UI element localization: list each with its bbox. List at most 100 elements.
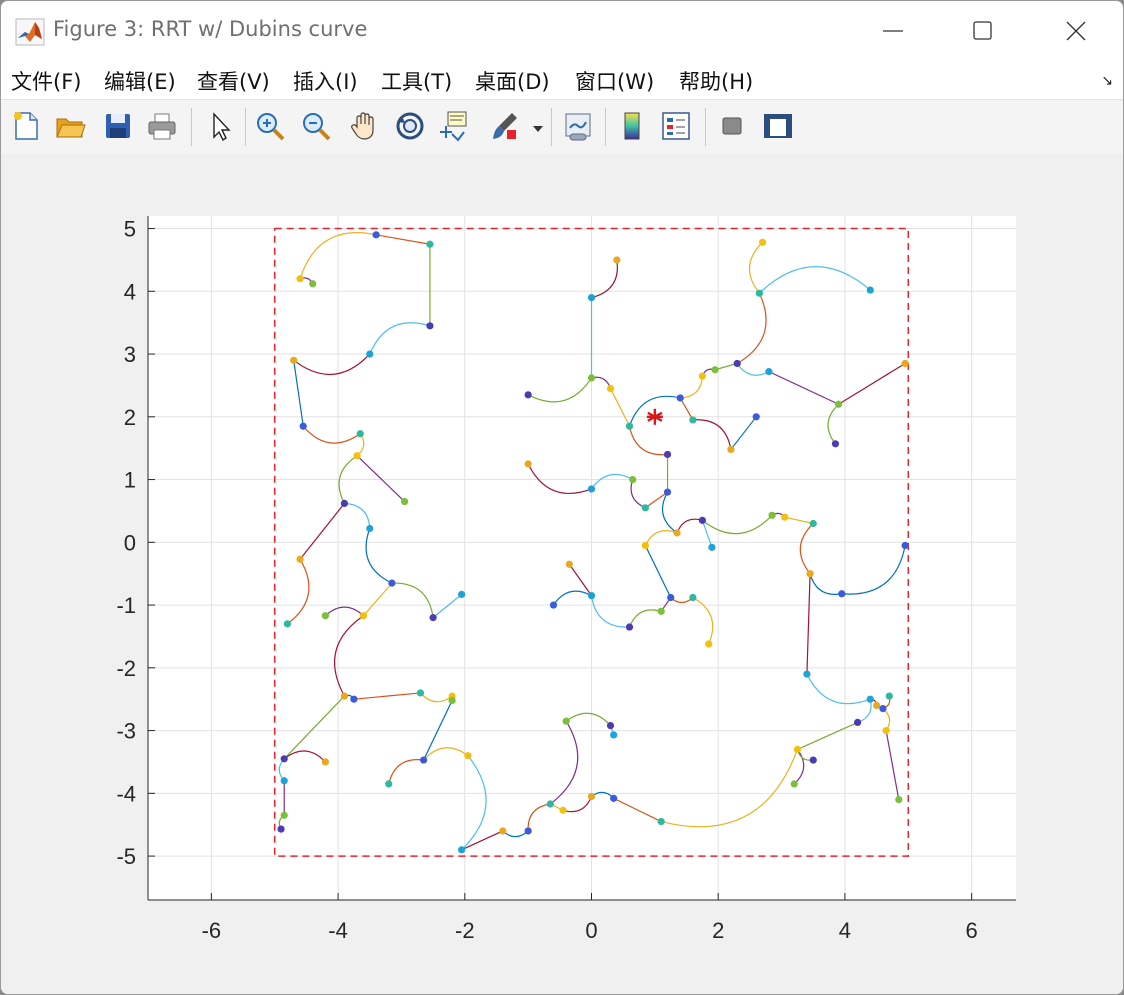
zoom-in-icon [257, 113, 285, 141]
tree-node [663, 450, 672, 459]
insert-legend-button[interactable] [657, 106, 695, 146]
tree-node [809, 756, 817, 764]
tree-node [806, 570, 814, 578]
y-tick-label: 1 [124, 468, 136, 493]
tree-node [464, 752, 472, 760]
tree-node [524, 460, 532, 468]
y-tick-label: 2 [124, 405, 136, 430]
tree-node [309, 280, 317, 288]
menu-window[interactable]: 窗口(W) [575, 66, 654, 96]
tree-node [610, 794, 618, 802]
tree-node [340, 499, 349, 508]
tree-node [587, 592, 596, 600]
pointer-icon [213, 112, 231, 142]
y-tick-label: 5 [124, 217, 136, 242]
pan-button[interactable] [345, 106, 383, 146]
tree-node [667, 593, 675, 602]
zoom-out-button[interactable] [297, 106, 335, 146]
tree-node [673, 529, 681, 537]
legend-icon [662, 112, 690, 140]
tree-node [698, 372, 706, 380]
y-tick-label: 3 [124, 342, 136, 367]
zoom-in-button[interactable] [251, 106, 289, 146]
figure-toolbar [1, 99, 1123, 155]
open-file-button[interactable] [51, 106, 89, 146]
toolbar-separator [245, 108, 246, 146]
data-cursor-button[interactable] [435, 106, 473, 146]
tree-node [765, 368, 773, 376]
toolbar-separator [551, 108, 552, 146]
y-tick-label: -3 [116, 719, 136, 744]
tree-node [562, 717, 570, 725]
tree-node [280, 755, 288, 763]
menu-help[interactable]: 帮助(H) [679, 66, 753, 96]
tree-node [705, 640, 713, 648]
x-tick-label: -4 [328, 918, 348, 943]
brush-menu-button[interactable] [527, 106, 547, 146]
close-button[interactable] [1046, 11, 1106, 51]
menu-desktop[interactable]: 桌面(D) [475, 66, 550, 96]
title-bar[interactable]: Figure 3: RRT w/ Dubins curve [1, 1, 1123, 63]
tree-node [879, 705, 887, 713]
plot-axes[interactable]: -6 -4 -2 0 2 4 6 -5 -4 -3 -2 -1 0 1 2 3 4 5 [0, 153, 1122, 993]
dropdown-arrow-icon [533, 126, 543, 132]
tree-node [359, 612, 368, 620]
tree-node [448, 696, 456, 705]
menu-tools[interactable]: 工具(T) [381, 66, 452, 96]
menu-insert[interactable]: 插入(I) [293, 66, 358, 96]
tree-node [385, 780, 393, 788]
tree-node [420, 756, 428, 764]
hand-icon [351, 112, 374, 140]
tree-node [429, 614, 437, 622]
hide-plot-tools-button[interactable] [713, 106, 751, 146]
tree-node [340, 692, 349, 700]
rotate-3d-button[interactable] [391, 106, 429, 146]
edit-plot-button[interactable] [201, 106, 239, 146]
tree-node [831, 440, 840, 448]
plot-background [148, 216, 1016, 900]
tree-node [663, 488, 672, 496]
tree-node [882, 726, 890, 735]
toolbar-separator [191, 108, 192, 146]
tree-node [549, 601, 558, 609]
tree-node [296, 555, 304, 563]
dock-arrow-icon[interactable]: ↘ [1101, 73, 1113, 89]
tree-node [834, 400, 843, 408]
x-tick-label: 4 [839, 918, 851, 943]
tree-node [711, 366, 719, 374]
y-tick-label: 0 [124, 530, 136, 555]
tree-node [866, 695, 874, 703]
print-figure-button[interactable] [143, 106, 181, 146]
tree-node [416, 689, 425, 697]
tree-node [752, 413, 760, 421]
insert-colorbar-button[interactable] [613, 106, 651, 146]
tree-node [689, 416, 697, 424]
new-figure-button[interactable] [7, 106, 45, 146]
maximize-button[interactable] [953, 11, 1013, 51]
toolbar-separator [705, 108, 706, 146]
menu-file[interactable]: 文件(F) [11, 66, 81, 96]
maximize-icon [973, 21, 992, 40]
tree-node [499, 827, 507, 835]
brush-button[interactable] [485, 106, 523, 146]
tree-node [366, 350, 374, 358]
tree-node [727, 445, 735, 454]
menu-view[interactable]: 查看(V) [197, 66, 270, 96]
tree-node [524, 827, 532, 835]
minimize-button[interactable] [863, 11, 923, 51]
y-tick-label: -4 [116, 781, 136, 806]
tree-node [277, 825, 285, 833]
tree-node [676, 394, 684, 402]
tree-node [698, 516, 706, 524]
tree-node [901, 541, 909, 550]
tree-node [866, 286, 874, 294]
tree-node [426, 322, 434, 330]
minimize-icon [883, 30, 903, 32]
x-tick-label: 6 [966, 918, 978, 943]
link-plot-button[interactable] [559, 106, 597, 146]
tree-node [296, 275, 304, 283]
tree-node [803, 670, 811, 678]
show-plot-tools-button[interactable] [759, 106, 797, 146]
save-figure-button[interactable] [99, 106, 137, 146]
menu-edit[interactable]: 编辑(E) [104, 66, 176, 96]
